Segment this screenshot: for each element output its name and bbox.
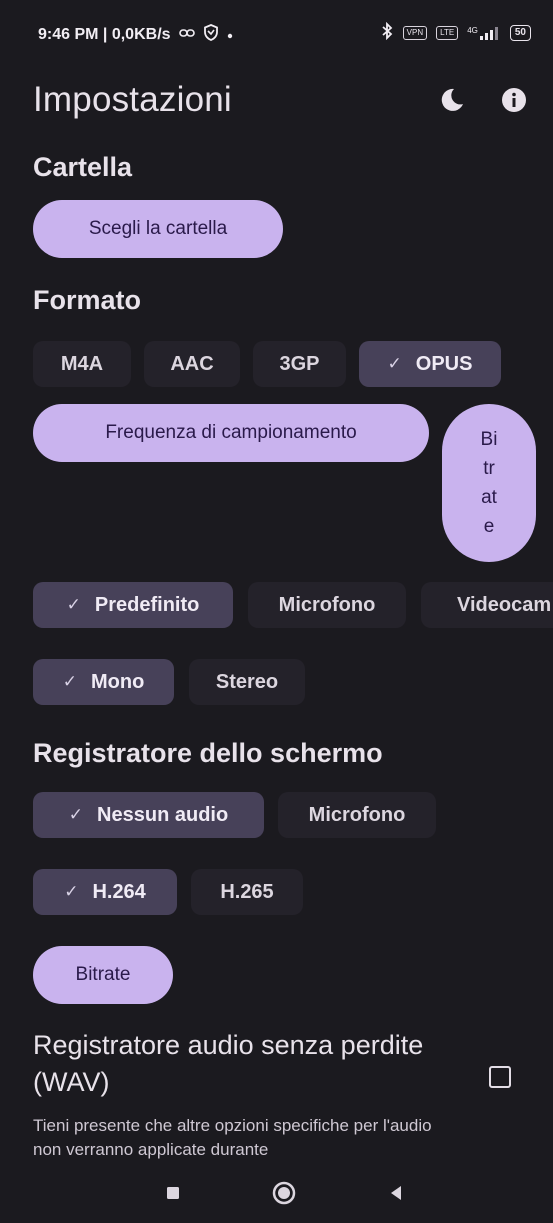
check-icon: ✓ <box>62 672 77 691</box>
chip-label: Videocam <box>457 593 552 616</box>
dark-mode-button[interactable] <box>438 88 466 116</box>
recents-button[interactable] <box>158 1180 188 1210</box>
chip-label: Mono <box>90 670 145 693</box>
square-icon <box>165 1185 181 1206</box>
status-time-speed: 9:46 PM | 0,0KB/s <box>38 26 171 43</box>
source-chip-microfono[interactable]: Microfono <box>248 582 406 628</box>
info-button[interactable] <box>500 87 528 118</box>
bitrate-label-line: Bi <box>480 429 498 450</box>
format-section-title: Formato <box>33 285 141 315</box>
codec-chip-h265[interactable]: H.265 <box>191 869 303 915</box>
chip-label: M4A <box>60 352 104 375</box>
home-button[interactable] <box>269 1180 299 1210</box>
chip-label: H.264 <box>92 880 146 903</box>
source-chip-videocamera[interactable]: Videocam <box>421 582 553 628</box>
chip-label: Predefinito <box>94 593 200 616</box>
network-type-label: 4G <box>467 25 478 35</box>
format-chip-aac[interactable]: AAC <box>144 341 240 387</box>
wav-setting-description: Tieni presente che altre opzioni specifi… <box>33 1116 432 1159</box>
info-icon <box>501 87 527 118</box>
chip-label: Stereo <box>215 670 279 693</box>
chip-label: Nessun audio <box>97 803 229 826</box>
screen-bitrate-button[interactable]: Bitrate <box>33 946 173 1004</box>
chip-label: Microfono <box>308 803 406 826</box>
back-button[interactable] <box>381 1180 411 1210</box>
status-bar: 9:46 PM | 0,0KB/s VPN LTE 4G 50 <box>0 0 553 70</box>
format-chip-3gp[interactable]: 3GP <box>253 341 346 387</box>
sample-rate-button[interactable]: Frequenza di campionamento <box>33 404 429 462</box>
moon-icon <box>439 87 465 118</box>
check-icon: ✓ <box>387 354 402 373</box>
channel-chip-stereo[interactable]: Stereo <box>189 659 305 705</box>
bluetooth-icon <box>380 21 394 43</box>
home-circle-icon <box>271 1180 297 1211</box>
folder-section-title: Cartella <box>33 152 133 182</box>
screen-audio-chip-none[interactable]: ✓ Nessun audio <box>33 792 264 838</box>
vpn-badge: VPN <box>402 25 428 40</box>
screen-audio-chip-microfono[interactable]: Microfono <box>278 792 436 838</box>
bitrate-label-line: at <box>481 487 497 508</box>
bitrate-label-line: e <box>483 516 495 537</box>
status-right: VPN LTE 4G 50 <box>380 21 531 43</box>
wav-setting-title: Registratore audio senza perdite (WAV) <box>33 1030 424 1097</box>
check-icon: ✓ <box>68 805 84 824</box>
chip-label: OPUS <box>415 352 473 375</box>
link-icon <box>178 26 195 44</box>
page-title: Impostazioni <box>33 80 232 119</box>
check-icon: ✓ <box>64 882 79 901</box>
source-chip-predefinito[interactable]: ✓ Predefinito <box>33 582 233 628</box>
format-chip-opus[interactable]: ✓ OPUS <box>359 341 501 387</box>
channel-chip-mono[interactable]: ✓ Mono <box>33 659 174 705</box>
dot-icon <box>227 26 233 44</box>
chip-label: H.265 <box>220 880 274 903</box>
format-chip-m4a[interactable]: M4A <box>33 341 131 387</box>
check-icon: ✓ <box>66 595 81 614</box>
screen-recorder-section-title: Registratore dello schermo <box>33 738 383 768</box>
chip-label: AAC <box>170 352 214 375</box>
status-left: 9:46 PM | 0,0KB/s <box>38 24 233 46</box>
chip-label: Microfono <box>278 593 376 616</box>
bitrate-button[interactable]: Bi tr at e <box>442 404 536 562</box>
navigation-bar <box>0 1166 553 1223</box>
chip-label: 3GP <box>279 352 320 375</box>
shield-icon <box>203 24 219 46</box>
wav-checkbox[interactable] <box>489 1066 511 1088</box>
lte-badge: LTE <box>436 25 459 40</box>
bitrate-label-line: tr <box>483 458 495 479</box>
back-triangle-icon <box>387 1184 405 1207</box>
battery-indicator: 50 <box>509 24 531 41</box>
codec-chip-h264[interactable]: ✓ H.264 <box>33 869 177 915</box>
signal-icon: 4G <box>467 26 501 40</box>
choose-folder-button[interactable]: Scegli la cartella <box>33 200 283 258</box>
